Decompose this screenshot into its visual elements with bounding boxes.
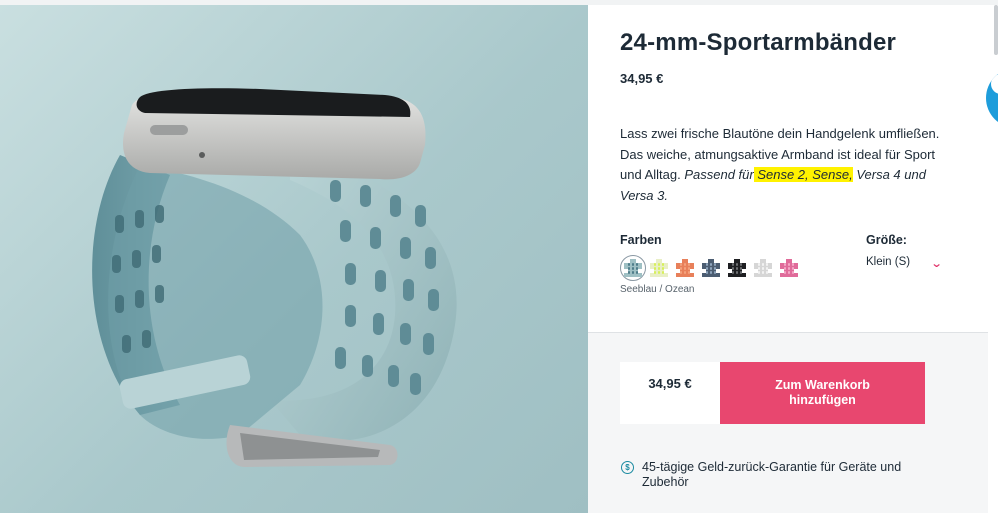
color-swatch-list [620, 255, 802, 281]
band-swatch-icon [702, 259, 720, 277]
buy-box-price: 34,95 € [620, 362, 720, 424]
color-swatch[interactable] [620, 255, 646, 281]
band-swatch-icon [650, 259, 668, 277]
product-price: 34,95 € [620, 71, 664, 86]
money-back-icon: $ [621, 461, 634, 474]
color-swatch[interactable] [646, 255, 672, 281]
product-details-section: 24-mm-Sportarmbänder 34,95 € Lass zwei f… [588, 5, 988, 332]
size-label: Größe: [866, 233, 907, 247]
compatibility-label: Passend für [684, 167, 754, 182]
band-swatch-icon [624, 259, 642, 277]
band-swatch-icon [728, 259, 746, 277]
color-swatch[interactable] [724, 255, 750, 281]
color-swatch[interactable] [672, 255, 698, 281]
product-image [0, 5, 588, 513]
section-divider [588, 332, 988, 333]
product-title: 24-mm-Sportarmbänder [620, 29, 897, 56]
chevron-down-icon[interactable]: ⌄ [931, 257, 943, 270]
colors-label: Farben [620, 233, 662, 247]
band-swatch-icon [754, 259, 772, 277]
product-description: Lass zwei frische Blautöne dein Handgele… [620, 124, 960, 206]
color-swatch[interactable] [750, 255, 776, 281]
watch-band-illustration [92, 88, 457, 467]
band-swatch-icon [780, 259, 798, 277]
chat-icon: S [991, 74, 998, 94]
guarantee-text: 45-tägige Geld-zurück-Garantie für Gerät… [642, 460, 902, 489]
color-swatch[interactable] [776, 255, 802, 281]
product-info-panel: 24-mm-Sportarmbänder 34,95 € Lass zwei f… [588, 5, 988, 513]
color-swatch[interactable] [698, 255, 724, 281]
scrollbar[interactable] [994, 5, 998, 55]
size-selected-value: Klein (S) [866, 256, 911, 268]
selected-color-name: Seeblau / Ozean [620, 284, 695, 295]
band-swatch-icon [676, 259, 694, 277]
compatibility-highlight: Sense 2, Sense, [753, 167, 853, 182]
add-to-cart-button[interactable]: Zum Warenkorb hinzufügen [720, 362, 925, 424]
